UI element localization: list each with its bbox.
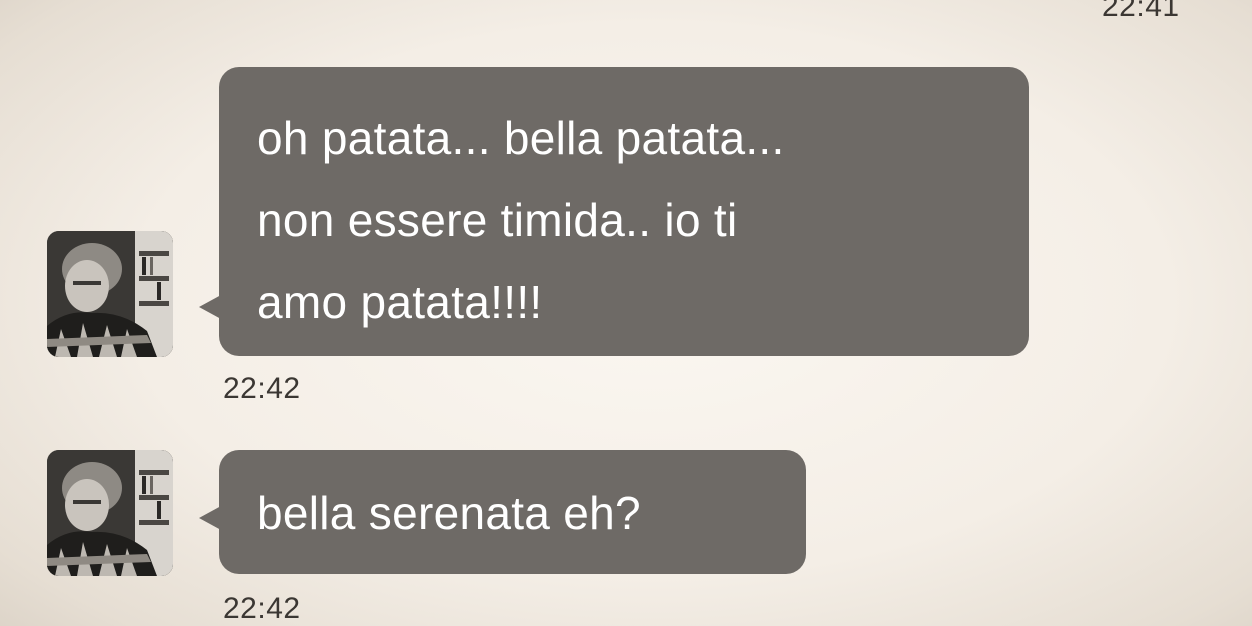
message-timestamp: 22:42 [223,372,301,405]
message-bubble[interactable]: oh patata... bella patata... non essere … [199,67,1029,356]
message-bubble[interactable]: bella serenata eh? [199,450,806,574]
message-timestamp: 22:42 [223,592,301,625]
avatar-photo-icon [47,231,173,357]
sender-avatar[interactable] [47,450,173,576]
sender-avatar[interactable] [47,231,173,357]
message-text: oh patata... bella patata... non essere … [257,112,785,328]
chat-thread: 22:41 oh patata... bella patata... non e… [0,0,1252,626]
avatar-photo-icon [47,450,173,576]
previous-message-timestamp: 22:41 [1102,0,1180,23]
message-text: bella serenata eh? [257,487,641,539]
